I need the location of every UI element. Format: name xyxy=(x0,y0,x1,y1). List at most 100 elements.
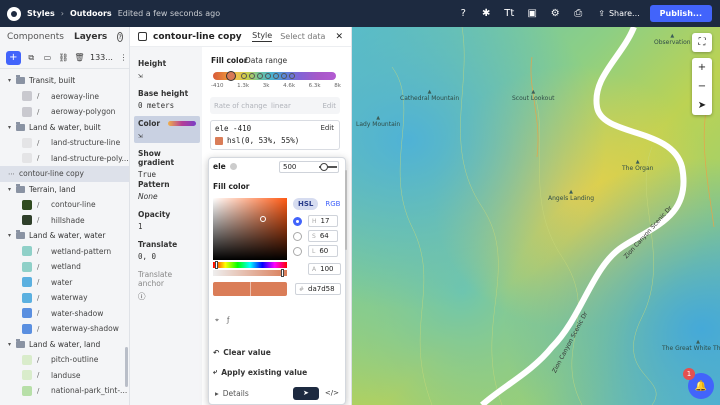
color-stop[interactable] xyxy=(265,73,271,79)
layer-item[interactable]: / hillshade xyxy=(0,213,129,229)
tab-layers[interactable]: Layers xyxy=(74,32,107,42)
fullscreen-icon[interactable]: ⛶ xyxy=(692,33,712,52)
prop-height[interactable]: Height ⇲ xyxy=(134,56,200,83)
ele-slider-handle[interactable] xyxy=(320,163,328,171)
eyedropper-icon[interactable]: ⌖ xyxy=(215,316,219,325)
layer-group[interactable]: ▾ Land & water, land xyxy=(0,337,129,353)
layer-item[interactable]: / contour-line xyxy=(0,197,129,213)
tab-select-data[interactable]: Select data xyxy=(280,32,325,41)
sidebar-scrollbar[interactable] xyxy=(125,347,128,387)
hue-input[interactable]: H 17 xyxy=(308,215,338,227)
layer-item[interactable]: / waterway xyxy=(0,290,129,306)
lightness-radio[interactable] xyxy=(293,246,302,256)
print-icon[interactable]: ⎙ xyxy=(571,7,585,21)
chevron-down-icon[interactable]: ▾ xyxy=(8,341,16,348)
help-icon[interactable]: ? xyxy=(117,32,123,42)
add-layer-button[interactable]: + xyxy=(6,50,21,65)
settings-icon[interactable]: ⚙ xyxy=(548,7,562,21)
help-icon[interactable]: ? xyxy=(456,7,470,21)
tab-style[interactable]: Style xyxy=(252,31,273,42)
details-toggle[interactable]: Details xyxy=(223,389,249,398)
layer-item[interactable]: / landuse xyxy=(0,368,129,384)
layer-item[interactable]: / aeroway-polygon xyxy=(0,104,129,120)
hex-input[interactable]: # da7d58 xyxy=(295,283,341,295)
hue-handle[interactable] xyxy=(215,261,218,269)
poi-label[interactable]: Cathedral Mountain xyxy=(400,89,459,102)
poi-label[interactable]: The Great White Throne xyxy=(662,339,720,352)
folder-icon[interactable]: ▭ xyxy=(42,52,53,64)
layer-title[interactable]: contour-line copy xyxy=(153,32,242,42)
hue-slider[interactable] xyxy=(213,262,287,268)
layer-group[interactable]: ▾ Terrain, land xyxy=(0,182,129,198)
close-icon[interactable]: ✕ xyxy=(335,32,343,42)
prop-translate[interactable]: Translate 0, 0 xyxy=(134,237,200,264)
layer-item-selected[interactable]: ⋯ contour-line copy xyxy=(0,166,129,182)
layer-group[interactable]: ▾ Land & water, water xyxy=(0,228,129,244)
cursor-mode-button[interactable]: ➤ xyxy=(292,386,319,400)
color-ramp[interactable] xyxy=(213,71,336,81)
apply-existing-value-button[interactable]: ⤶ Apply existing value xyxy=(213,367,307,377)
chevron-down-icon[interactable]: ▾ xyxy=(8,77,16,84)
mode-rgb[interactable]: RGB xyxy=(320,198,345,210)
poi-label[interactable]: Scout Lookout xyxy=(512,89,555,102)
saturation-input[interactable]: S 64 xyxy=(308,230,338,242)
code-view-button[interactable]: </> xyxy=(325,389,339,397)
zoom-in-button[interactable]: + xyxy=(692,58,712,77)
share-button[interactable]: ⇪ Share... xyxy=(598,9,639,18)
layer-item[interactable]: / land-structure-line xyxy=(0,135,129,151)
compass-icon[interactable]: ➤ xyxy=(692,96,712,115)
map-canvas[interactable]: Observation Cathedral Mountain Scout Loo… xyxy=(352,27,720,405)
color-stop[interactable] xyxy=(281,73,287,79)
fullscreen-control[interactable]: ⛶ xyxy=(692,33,712,52)
stop-edit-button[interactable]: Edit xyxy=(320,124,334,132)
chevron-right-icon[interactable]: ▸ xyxy=(215,389,219,398)
color-stop[interactable] xyxy=(257,73,263,79)
debug-icon[interactable]: ✱ xyxy=(479,7,493,21)
color-stop[interactable] xyxy=(241,73,247,79)
layer-item[interactable]: / pitch-outline xyxy=(0,352,129,368)
prop-opacity[interactable]: Opacity 1 xyxy=(134,207,200,234)
tab-components[interactable]: Components xyxy=(7,32,64,42)
picker-scrollbar[interactable] xyxy=(345,170,347,250)
layer-item[interactable]: / land-structure-poly... xyxy=(0,151,129,167)
layer-group[interactable]: ▾ Land & water, built xyxy=(0,120,129,136)
preview-icon[interactable]: ▣ xyxy=(525,7,539,21)
layer-item[interactable]: / wetland-pattern xyxy=(0,244,129,260)
poi-label[interactable]: Lady Mountain xyxy=(356,115,400,128)
color-stop[interactable] xyxy=(289,73,295,79)
color-stop[interactable] xyxy=(249,73,255,79)
poi-label[interactable]: Observation xyxy=(654,33,691,46)
clear-value-button[interactable]: ↶ Clear value xyxy=(213,348,271,357)
duplicate-icon[interactable]: ⧉ xyxy=(26,52,37,64)
publish-button[interactable]: Publish... xyxy=(649,5,712,22)
color-stop-editor[interactable]: ele -410 hsl(0, 53%, 55%) Edit xyxy=(210,120,340,150)
link-icon[interactable]: ⛓ xyxy=(58,52,69,64)
layer-item[interactable]: / wetland xyxy=(0,259,129,275)
prop-base-height[interactable]: Base height 0 meters xyxy=(134,86,200,113)
drag-handle-icon[interactable]: ⋯ xyxy=(8,170,15,178)
hue-radio[interactable] xyxy=(293,216,302,226)
rate-edit-button[interactable]: Edit xyxy=(322,102,336,110)
delete-icon[interactable]: 🗑 xyxy=(74,52,85,64)
zoom-out-button[interactable]: − xyxy=(692,77,712,96)
color-stop[interactable] xyxy=(273,73,279,79)
function-icon[interactable]: ƒ xyxy=(227,316,229,325)
alpha-input[interactable]: A 100 xyxy=(308,263,341,275)
sv-handle[interactable] xyxy=(260,216,266,222)
breadcrumb-styles[interactable]: Styles xyxy=(27,9,55,18)
more-icon[interactable]: ⋮ xyxy=(118,52,129,64)
style-title[interactable]: Outdoors xyxy=(70,9,112,18)
alpha-handle[interactable] xyxy=(281,269,284,277)
poi-label[interactable]: The Organ xyxy=(622,159,653,172)
prop-pattern[interactable]: Pattern None xyxy=(134,177,200,204)
saturation-radio[interactable] xyxy=(293,231,302,241)
chevron-down-icon[interactable]: ▾ xyxy=(8,232,16,239)
layer-item[interactable]: / water xyxy=(0,275,129,291)
layer-item[interactable]: / water-shadow xyxy=(0,306,129,322)
poi-label[interactable]: Angels Landing xyxy=(548,189,594,202)
mapbox-logo-icon[interactable] xyxy=(7,6,21,21)
chevron-down-icon[interactable]: ▾ xyxy=(8,124,16,131)
text-icon[interactable]: Tt xyxy=(502,7,516,21)
lightness-input[interactable]: L 60 xyxy=(308,245,338,257)
chevron-down-icon[interactable]: ▾ xyxy=(8,186,16,193)
